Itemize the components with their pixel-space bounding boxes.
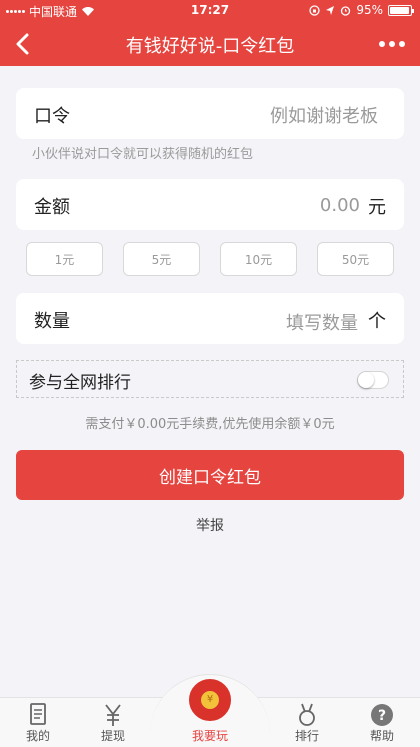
password-hint: 小伙伴说对口令就可以获得随机的红包 <box>32 147 254 162</box>
password-placeholder: 例如谢谢老板 <box>270 106 378 127</box>
tab-label: 我要玩 <box>191 729 228 743</box>
status-right: 95% <box>309 3 414 17</box>
help-icon: ? <box>371 704 393 726</box>
quantity-unit: 个 <box>368 311 386 332</box>
page-title: 有钱好好说-口令红包 <box>125 36 295 57</box>
tab-label: 我的 <box>25 729 50 743</box>
create-button[interactable]: 创建口令红包 <box>16 450 404 500</box>
amount-field[interactable]: 金额 0.00 元 <box>16 179 404 230</box>
tab-help[interactable]: ? 帮助 <box>352 697 412 747</box>
quantity-field[interactable]: 数量 填写数量 个 <box>16 293 404 344</box>
quantity-placeholder: 填写数量 <box>286 313 358 334</box>
medal-icon <box>299 703 315 726</box>
password-field[interactable]: 口令 例如谢谢老板 <box>16 88 404 139</box>
alarm-icon <box>341 5 351 16</box>
amount-option-10[interactable]: 10元 <box>220 242 297 276</box>
rank-label: 参与全网排行 <box>29 373 131 393</box>
fee-text: 需支付￥0.00元手续费,优先使用余额￥0元 <box>85 417 335 432</box>
rank-row: 参与全网排行 <box>16 360 404 398</box>
yen-icon <box>105 704 121 726</box>
tab-label: 提现 <box>100 729 125 743</box>
more-button[interactable] <box>374 32 410 56</box>
amount-label: 金额 <box>34 197 70 218</box>
svg-text:?: ? <box>378 708 386 724</box>
nav-bar: 有钱好好说-口令红包 <box>0 22 420 66</box>
chevron-left-icon <box>16 33 29 55</box>
location-icon <box>326 5 335 15</box>
battery-percent: 95% <box>356 3 383 17</box>
tab-withdraw[interactable]: 提现 <box>83 697 143 747</box>
amount-value: 0.00 <box>319 195 360 216</box>
amount-unit: 元 <box>368 197 386 218</box>
tab-play[interactable]: 我要玩 <box>180 697 240 747</box>
amount-option-50[interactable]: 50元 <box>317 242 394 276</box>
toggle-knob <box>358 372 374 388</box>
more-dot-icon <box>389 41 395 47</box>
amount-option-5[interactable]: 5元 <box>123 242 200 276</box>
battery-icon <box>388 4 414 16</box>
lock-rotation-icon <box>309 4 320 16</box>
report-link[interactable]: 举报 <box>0 515 420 535</box>
quantity-label: 数量 <box>34 311 70 332</box>
back-button[interactable] <box>8 28 40 60</box>
tab-rank[interactable]: 排行 <box>277 697 337 747</box>
password-label: 口令 <box>34 106 70 127</box>
more-dot-icon <box>379 41 385 47</box>
battery-fill <box>390 6 409 14</box>
amount-option-1[interactable]: 1元 <box>26 242 103 276</box>
receipt-icon <box>30 703 46 725</box>
rank-toggle[interactable] <box>357 371 389 389</box>
tab-mine[interactable]: 我的 <box>8 697 68 747</box>
more-dot-icon <box>399 41 405 47</box>
status-bar: 中国联通 17:27 95% <box>0 0 420 22</box>
tab-label: 帮助 <box>369 729 394 743</box>
tab-label: 排行 <box>294 729 319 743</box>
